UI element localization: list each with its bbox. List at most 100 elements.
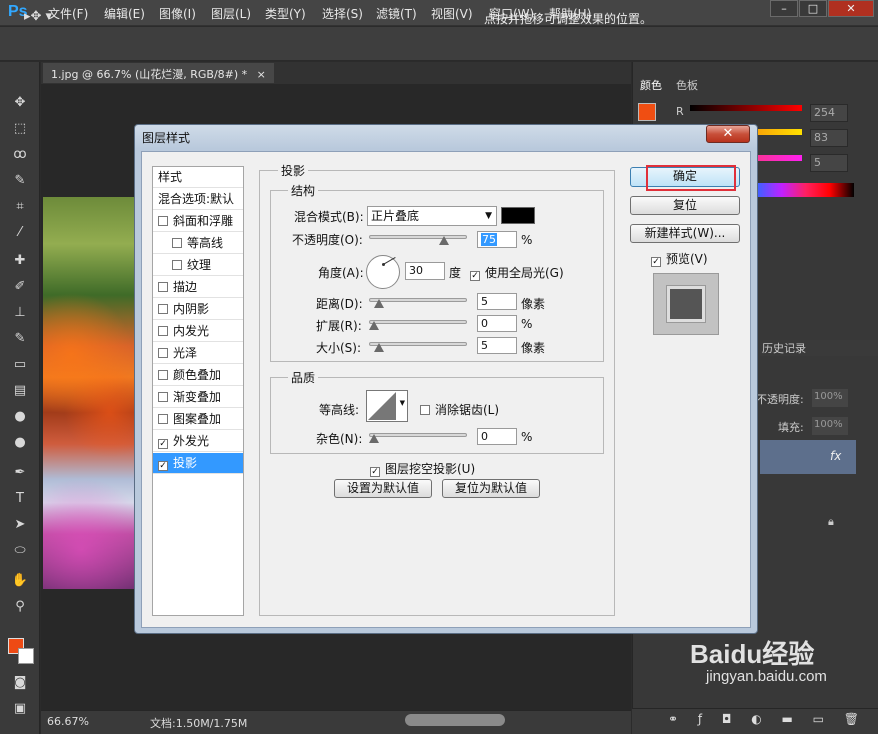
- menu-file[interactable]: 文件(F): [48, 5, 88, 22]
- path-select-icon[interactable]: ➤: [11, 516, 29, 534]
- menu-select[interactable]: 选择(S): [322, 5, 363, 22]
- move-icon[interactable]: ✥: [11, 94, 29, 112]
- quick-select-icon[interactable]: ✎: [11, 172, 29, 190]
- noise-slider-track[interactable]: [369, 433, 467, 437]
- style-list-item[interactable]: 图案叠加: [153, 409, 243, 430]
- window-close-button[interactable]: ✕: [828, 0, 874, 17]
- zoom-level[interactable]: 66.67%: [47, 715, 89, 728]
- blur-icon[interactable]: ●: [11, 408, 29, 426]
- distance-slider-thumb[interactable]: [373, 299, 384, 308]
- color-panel-foreground[interactable]: [638, 103, 656, 121]
- menu-type[interactable]: 类型(Y): [265, 5, 306, 22]
- marquee-icon[interactable]: ⬚: [11, 120, 29, 138]
- layer-fill-field[interactable]: 100%: [812, 417, 848, 435]
- gradient-icon[interactable]: ▤: [11, 382, 29, 400]
- style-list-item[interactable]: 内阴影: [153, 299, 243, 320]
- noise-input[interactable]: 0: [477, 428, 517, 445]
- layer-row-selected[interactable]: [760, 440, 856, 474]
- global-light-checkbox[interactable]: ✓ 使用全局光(G): [470, 264, 564, 281]
- new-style-button[interactable]: 新建样式(W)...: [630, 224, 740, 243]
- antialias-checkbox[interactable]: 消除锯齿(L): [420, 401, 499, 418]
- noise-slider-thumb[interactable]: [369, 434, 379, 443]
- opacity-slider-thumb[interactable]: [438, 236, 449, 245]
- menu-image[interactable]: 图像(I): [159, 5, 196, 22]
- layer-footer-icons[interactable]: ⚭ ƒ ◘ ◐ ▬ ▭ 🗑︎: [668, 712, 867, 726]
- dodge-icon[interactable]: ●: [11, 434, 29, 452]
- tab-swatches[interactable]: 色板: [676, 77, 698, 93]
- spread-slider-track[interactable]: [369, 320, 467, 324]
- ellipse-icon[interactable]: ⬭: [11, 542, 29, 560]
- layer-fx-icon[interactable]: fx: [830, 449, 841, 463]
- distance-input[interactable]: 5: [477, 293, 517, 310]
- opacity-slider-track[interactable]: [369, 235, 467, 239]
- style-list-item[interactable]: 样式: [153, 167, 243, 188]
- maximize-button[interactable]: □: [799, 0, 827, 17]
- reset-button[interactable]: 复位: [630, 196, 740, 215]
- style-list-item[interactable]: 斜面和浮雕: [153, 211, 243, 232]
- eyedropper-icon[interactable]: ⁄: [11, 224, 29, 242]
- style-list-item[interactable]: 光泽: [153, 343, 243, 364]
- horizontal-scrollbar[interactable]: [405, 714, 505, 726]
- blend-mode-select[interactable]: 正片叠底 ▼: [367, 206, 497, 226]
- style-list-item[interactable]: 渐变叠加: [153, 387, 243, 408]
- menu-layer[interactable]: 图层(L): [211, 5, 251, 22]
- red-slider[interactable]: [690, 105, 802, 111]
- eraser-icon[interactable]: ▭: [11, 356, 29, 374]
- menu-filter[interactable]: 滤镜(T): [376, 5, 417, 22]
- stamp-icon[interactable]: ⊥: [11, 304, 29, 322]
- history-brush-icon[interactable]: ✎: [11, 330, 29, 348]
- checkbox-icon: [158, 392, 168, 402]
- screen-mode-icon[interactable]: ▣: [11, 700, 29, 718]
- style-list-item[interactable]: 内发光: [153, 321, 243, 342]
- style-list-item[interactable]: 混合选项:默认: [153, 189, 243, 210]
- history-tab[interactable]: 历史记录: [760, 340, 878, 356]
- tab-color[interactable]: 颜色: [640, 77, 662, 93]
- healing-icon[interactable]: ✚: [11, 252, 29, 270]
- noise-label: 杂色(N):: [316, 432, 363, 446]
- angle-dial[interactable]: [366, 255, 400, 289]
- shadow-color-swatch[interactable]: [501, 207, 535, 224]
- menu-edit[interactable]: 编辑(E): [104, 5, 145, 22]
- blue-value[interactable]: 5: [810, 154, 848, 172]
- menu-view[interactable]: 视图(V): [431, 5, 473, 22]
- style-list-item[interactable]: 颜色叠加: [153, 365, 243, 386]
- lasso-icon[interactable]: ꝏ: [11, 146, 29, 164]
- crop-icon[interactable]: ⌗: [11, 198, 29, 216]
- preview-checkbox[interactable]: ✓ 预览(V): [651, 250, 708, 267]
- spread-slider-thumb[interactable]: [369, 321, 379, 330]
- reset-default-button[interactable]: 复位为默认值: [442, 479, 540, 498]
- quick-mask-icon[interactable]: ◙: [11, 674, 29, 692]
- knockout-checkbox[interactable]: ✓ 图层挖空投影(U): [370, 460, 475, 477]
- brush-icon[interactable]: ✐: [11, 278, 29, 296]
- size-slider-track[interactable]: [369, 342, 467, 346]
- distance-slider-track[interactable]: [369, 298, 467, 302]
- pen-icon[interactable]: ✒: [11, 464, 29, 482]
- background-color-swatch[interactable]: [18, 648, 34, 664]
- angle-unit: 度: [449, 266, 462, 280]
- size-slider-thumb[interactable]: [373, 343, 384, 352]
- hand-icon[interactable]: ✋: [11, 572, 29, 590]
- contour-picker[interactable]: ▼: [366, 390, 408, 422]
- red-value[interactable]: 254: [810, 104, 848, 122]
- style-list-item[interactable]: 描边: [153, 277, 243, 298]
- dialog-close-button[interactable]: ✕: [706, 125, 750, 143]
- spread-input[interactable]: 0: [477, 315, 517, 332]
- layer-opacity-field[interactable]: 100%: [812, 389, 848, 407]
- document-tab[interactable]: 1.jpg @ 66.7% (山花烂漫, RGB/8#) * ×: [43, 63, 274, 83]
- style-list-item[interactable]: ✓ 投影: [153, 453, 243, 474]
- angle-input[interactable]: 30: [405, 262, 445, 280]
- opacity-input[interactable]: 75: [477, 231, 517, 248]
- style-list-label: 斜面和浮雕: [173, 214, 234, 228]
- style-list-item[interactable]: 等高线: [153, 233, 243, 254]
- set-default-button[interactable]: 设置为默认值: [334, 479, 432, 498]
- color-spectrum[interactable]: [758, 183, 854, 197]
- minimize-button[interactable]: –: [770, 0, 798, 17]
- type-icon[interactable]: T: [11, 490, 29, 508]
- move-tool-icon[interactable]: ▸✥ ▾: [24, 9, 52, 24]
- zoom-icon[interactable]: ⚲: [11, 598, 29, 616]
- style-list-item[interactable]: 纹理: [153, 255, 243, 276]
- size-input[interactable]: 5: [477, 337, 517, 354]
- green-value[interactable]: 83: [810, 129, 848, 147]
- document-tab-close-icon[interactable]: ×: [257, 68, 266, 81]
- style-list-item[interactable]: ✓ 外发光: [153, 431, 243, 452]
